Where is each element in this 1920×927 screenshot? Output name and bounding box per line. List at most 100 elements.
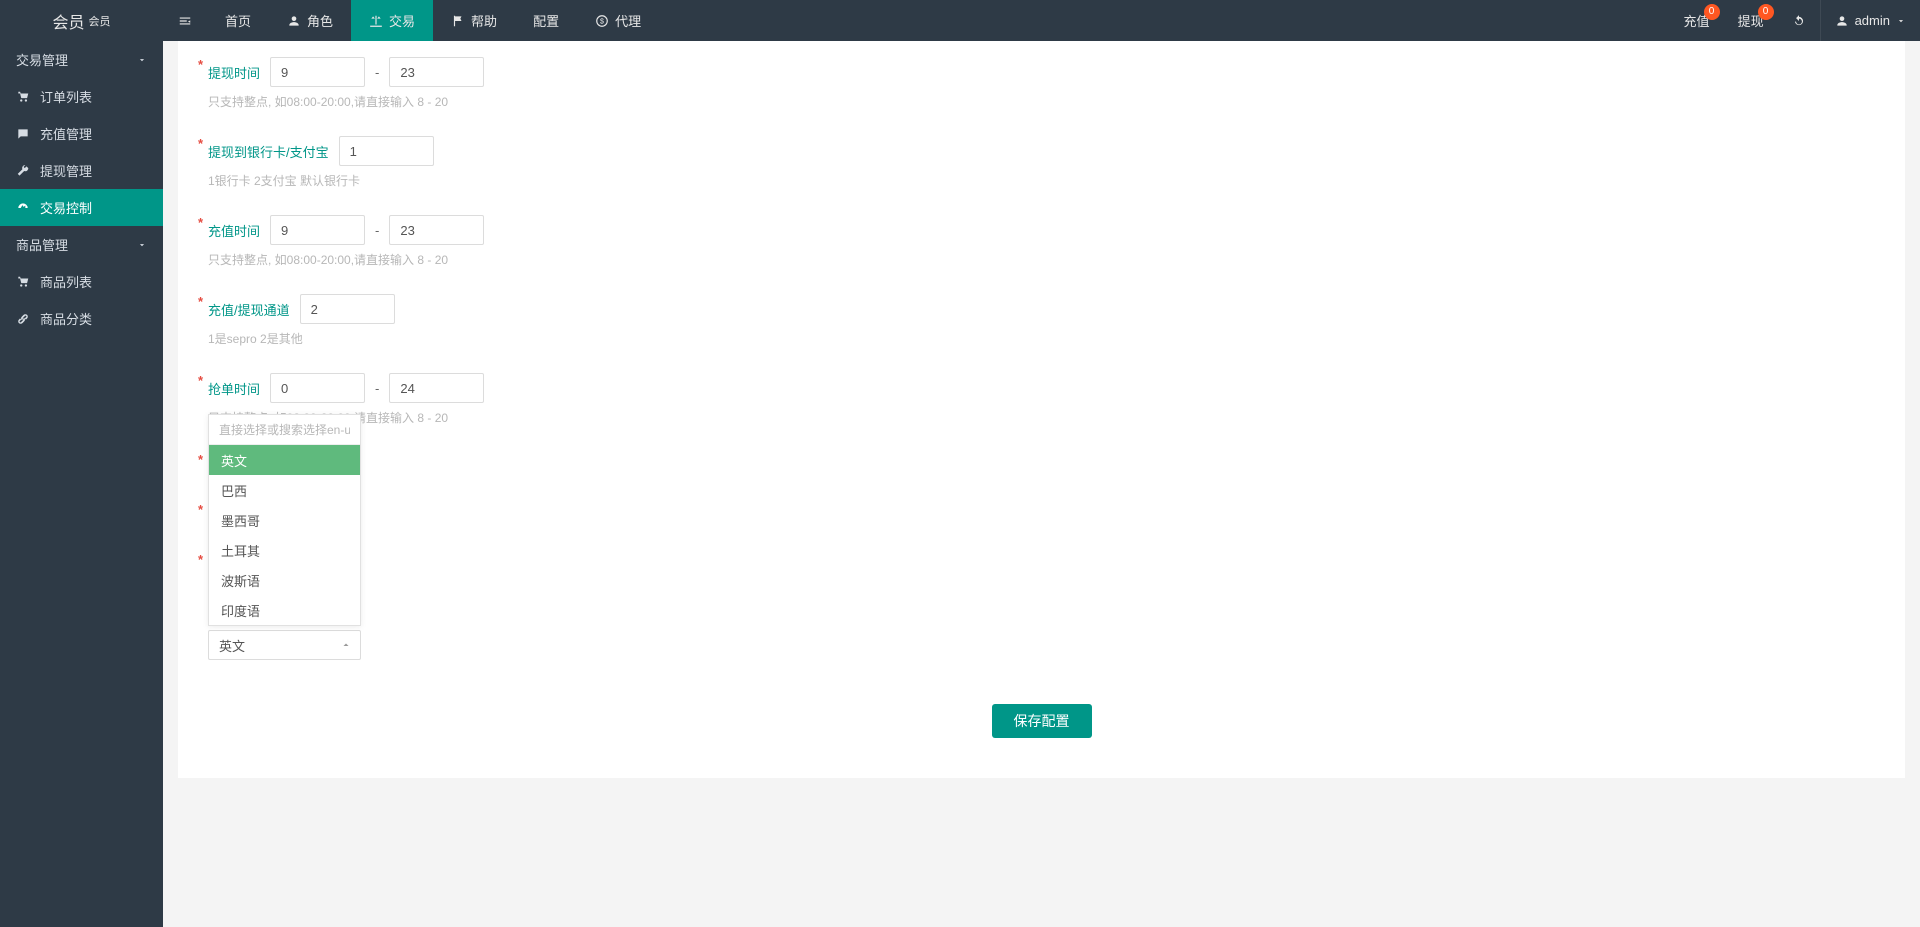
- range-dash: -: [375, 223, 379, 238]
- form-card: * 提现时间 - 只支持整点, 如08:00-20:00,请直接输入 8 - 2…: [178, 41, 1905, 778]
- sidebar-group-product[interactable]: 商品管理: [0, 226, 163, 263]
- cart-icon: [16, 90, 30, 104]
- field-hidden-1: *: [208, 446, 1875, 464]
- withdraw-time-label: 提现时间: [208, 63, 260, 82]
- required-mark: *: [198, 136, 203, 151]
- lang-option-hi[interactable]: 印度语: [209, 595, 360, 625]
- recharge-time-hint: 只支持整点, 如08:00-20:00,请直接输入 8 - 20: [208, 251, 1875, 268]
- header-withdraw[interactable]: 提现 0: [1724, 0, 1778, 41]
- svg-text:$: $: [600, 18, 604, 25]
- brand-logo: 会员 会员: [0, 0, 163, 41]
- brand-title: 会员: [52, 9, 84, 33]
- cart-icon: [16, 275, 30, 289]
- field-hidden-3: *: [208, 546, 1875, 564]
- sidebar-item-recharge[interactable]: 充值管理: [0, 115, 163, 152]
- top-header: 会员 会员 首页 角色 交易 帮助 配置 $ 代理: [0, 0, 1920, 41]
- language-search-input[interactable]: [209, 415, 360, 445]
- sidebar-item-product-cat[interactable]: 商品分类: [0, 300, 163, 337]
- withdraw-time-hint: 只支持整点, 如08:00-20:00,请直接输入 8 - 20: [208, 93, 1875, 110]
- sidebar-item-withdraw[interactable]: 提现管理: [0, 152, 163, 189]
- field-channel: * 充值/提现通道 1是sepro 2是其他: [208, 288, 1875, 351]
- language-option-list: 英文 巴西 墨西哥 土耳其 波斯语 印度语: [209, 445, 360, 625]
- nav-config[interactable]: 配置: [515, 0, 577, 41]
- language-select[interactable]: 英文 巴西 墨西哥 土耳其 波斯语 印度语 英文: [208, 630, 361, 660]
- header-user[interactable]: admin: [1821, 0, 1920, 41]
- header-recharge[interactable]: 充值 0: [1670, 0, 1724, 41]
- sidebar: 交易管理 订单列表 充值管理 提现管理 交易控制 商品管理 商品列表 商品分类: [0, 41, 163, 927]
- main-content: * 提现时间 - 只支持整点, 如08:00-20:00,请直接输入 8 - 2…: [163, 41, 1920, 927]
- chevron-up-icon: [340, 639, 352, 651]
- withdraw-to-label: 提现到银行卡/支付宝: [208, 142, 329, 161]
- field-withdraw-to: * 提现到银行卡/支付宝 1银行卡 2支付宝 默认银行卡: [208, 130, 1875, 193]
- required-mark: *: [198, 502, 203, 517]
- field-grab-time: * 抢单时间 - 只支持整点, 如08:00-20:00,请直接输入 8 - 2…: [208, 367, 1875, 430]
- field-language: 英文 巴西 墨西哥 土耳其 波斯语 印度语 英文: [208, 624, 1875, 664]
- header-refresh[interactable]: [1778, 0, 1820, 41]
- required-mark: *: [198, 373, 203, 388]
- channel-hint: 1是sepro 2是其他: [208, 330, 1875, 347]
- scale-icon: [369, 14, 383, 28]
- sidebar-item-trade-control[interactable]: 交易控制: [0, 189, 163, 226]
- chevron-down-icon: [1896, 16, 1906, 26]
- header-right: 充值 0 提现 0 admin: [1670, 0, 1920, 41]
- lang-option-br[interactable]: 巴西: [209, 475, 360, 505]
- withdraw-time-to[interactable]: [389, 57, 484, 87]
- field-hidden-2: *: [208, 496, 1875, 514]
- sidebar-group-trade[interactable]: 交易管理: [0, 41, 163, 78]
- brand-subtitle: 会员: [89, 13, 111, 29]
- nav-agent[interactable]: $ 代理: [577, 0, 659, 41]
- withdraw-time-from[interactable]: [270, 57, 365, 87]
- grab-time-to[interactable]: [389, 373, 484, 403]
- channel-input[interactable]: [300, 294, 395, 324]
- language-selected-value: 英文: [219, 636, 245, 655]
- nav-help[interactable]: 帮助: [433, 0, 515, 41]
- range-dash: -: [375, 381, 379, 396]
- lang-option-tr[interactable]: 土耳其: [209, 535, 360, 565]
- range-dash: -: [375, 65, 379, 80]
- lang-option-fa[interactable]: 波斯语: [209, 565, 360, 595]
- required-mark: *: [198, 552, 203, 567]
- grab-time-from[interactable]: [270, 373, 365, 403]
- nav-role[interactable]: 角色: [269, 0, 351, 41]
- withdraw-badge: 0: [1758, 4, 1774, 20]
- language-select-display[interactable]: 英文: [208, 630, 361, 660]
- withdraw-to-input[interactable]: [339, 136, 434, 166]
- top-nav: 首页 角色 交易 帮助 配置 $ 代理: [207, 0, 659, 41]
- user-icon: [1835, 14, 1849, 28]
- grab-time-hint: 只支持整点, 如08:00-20:00,请直接输入 8 - 20: [208, 409, 1875, 426]
- withdraw-to-hint: 1银行卡 2支付宝 默认银行卡: [208, 172, 1875, 189]
- nav-home[interactable]: 首页: [207, 0, 269, 41]
- link-icon: [16, 312, 30, 326]
- channel-label: 充值/提现通道: [208, 300, 290, 319]
- comment-icon: [16, 127, 30, 141]
- user-icon: [287, 14, 301, 28]
- required-mark: *: [198, 57, 203, 72]
- field-withdraw-time: * 提现时间 - 只支持整点, 如08:00-20:00,请直接输入 8 - 2…: [208, 51, 1875, 114]
- language-dropdown: 英文 巴西 墨西哥 土耳其 波斯语 印度语: [208, 414, 361, 626]
- grab-time-label: 抢单时间: [208, 379, 260, 398]
- sidebar-item-product-list[interactable]: 商品列表: [0, 263, 163, 300]
- recharge-time-to[interactable]: [389, 215, 484, 245]
- save-row: 保存配置: [208, 704, 1875, 738]
- required-mark: *: [198, 215, 203, 230]
- wrench-icon: [16, 164, 30, 178]
- menu-collapse-icon: [178, 14, 192, 28]
- required-mark: *: [198, 294, 203, 309]
- required-mark: *: [198, 452, 203, 467]
- recharge-time-from[interactable]: [270, 215, 365, 245]
- flag-icon: [451, 14, 465, 28]
- nav-trade[interactable]: 交易: [351, 0, 433, 41]
- dashboard-icon: [16, 201, 30, 215]
- lang-option-en[interactable]: 英文: [209, 445, 360, 475]
- sidebar-item-orders[interactable]: 订单列表: [0, 78, 163, 115]
- sidebar-toggle[interactable]: [163, 0, 207, 41]
- chevron-down-icon: [137, 55, 147, 65]
- save-button[interactable]: 保存配置: [992, 704, 1092, 738]
- chevron-down-icon: [137, 240, 147, 250]
- field-recharge-time: * 充值时间 - 只支持整点, 如08:00-20:00,请直接输入 8 - 2…: [208, 209, 1875, 272]
- recharge-badge: 0: [1704, 4, 1720, 20]
- recharge-time-label: 充值时间: [208, 221, 260, 240]
- dollar-icon: $: [595, 14, 609, 28]
- refresh-icon: [1792, 14, 1806, 28]
- lang-option-mx[interactable]: 墨西哥: [209, 505, 360, 535]
